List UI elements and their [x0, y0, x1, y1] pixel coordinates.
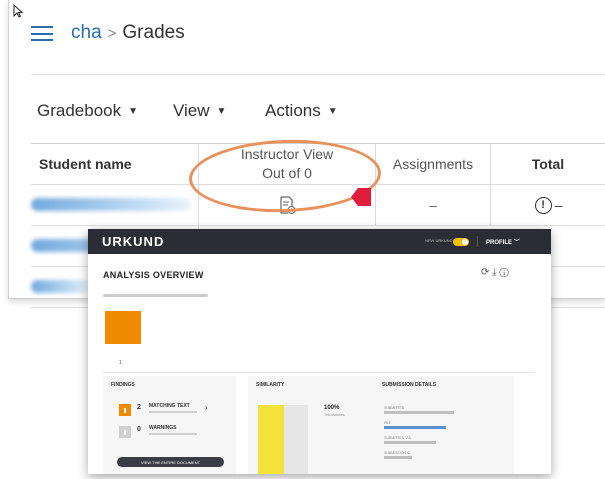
similarity-label: Text matches	[324, 413, 345, 417]
student-name-cell[interactable]	[31, 185, 199, 225]
actions-menu[interactable]: Actions ▼	[265, 101, 338, 121]
divider	[103, 372, 535, 373]
profile-label: PROFILE	[486, 240, 513, 246]
similarity-bar-filled	[258, 405, 284, 474]
help-icon[interactable]: ⓘ	[499, 267, 508, 278]
student-header-label: Student name	[39, 156, 132, 172]
urkund-report-panel: URKUND NEW URKUND PROFILE ﹀ ANALYSIS OVE…	[88, 229, 551, 474]
divider	[31, 74, 605, 75]
similarity-heading: SIMILARITY	[256, 382, 285, 388]
new-urkund-label: NEW URKUND	[425, 238, 453, 243]
total-header-label: Total	[531, 156, 565, 172]
breadcrumb-course-link[interactable]: cha	[71, 22, 102, 43]
page-title: Grades	[122, 22, 185, 43]
student-name-redacted	[31, 280, 91, 293]
matching-text-sublabel	[149, 411, 197, 413]
view-menu[interactable]: View ▼	[173, 101, 226, 121]
warnings-label[interactable]: WARNINGS	[149, 425, 177, 431]
column-header-assignments[interactable]: Assignments	[376, 144, 491, 185]
total-cell: ! –	[491, 185, 605, 225]
gradebook-menu[interactable]: Gradebook ▼	[37, 101, 138, 121]
download-icon[interactable]: ⤓	[492, 267, 496, 278]
column-header-total[interactable]: Total	[491, 144, 605, 185]
chevron-down-icon: ﹀	[513, 240, 520, 246]
submitted-label: SUBMITTED	[384, 406, 405, 410]
gradebook-menu-label: Gradebook	[37, 101, 122, 120]
file-label: FILE	[384, 421, 392, 425]
submitted-via-value-redacted	[384, 441, 436, 444]
submission-id-value-redacted	[384, 456, 412, 459]
submission-details-heading: SUBMISSION DETAILS	[382, 382, 437, 388]
findings-heading: FINDINGS	[111, 382, 135, 388]
submitted-value-redacted	[384, 411, 454, 414]
view-entire-document-button[interactable]: VIEW THE ENTIRE DOCUMENT	[117, 457, 224, 467]
caret-down-icon: ▼	[327, 106, 338, 117]
exclamation-circle-icon[interactable]: !	[534, 196, 552, 214]
file-link-redacted[interactable]	[384, 426, 446, 429]
new-urkund-toggle[interactable]	[453, 238, 469, 246]
similarity-bar-empty	[284, 405, 308, 474]
column-header-student[interactable]: Student name	[31, 144, 199, 185]
submission-id-label: SUBMISSION ID	[384, 451, 411, 455]
assignments-value: –	[429, 197, 437, 213]
hamburger-menu-icon[interactable]	[31, 26, 53, 41]
analysis-overview-title: ANALYSIS OVERVIEW	[103, 270, 204, 280]
warnings-sublabel	[149, 433, 197, 435]
document-thumbnail[interactable]	[105, 311, 141, 344]
actions-menu-label: Actions	[265, 101, 321, 120]
caret-down-icon: ▼	[128, 106, 139, 117]
matching-text-label[interactable]: MATCHING TEXT	[149, 403, 190, 409]
report-actions: ⟳ ⤓ ⓘ	[481, 267, 509, 278]
refresh-icon[interactable]: ⟳	[481, 267, 489, 278]
student-name-redacted	[31, 198, 191, 211]
divider	[477, 236, 478, 247]
caret-down-icon: ▼	[216, 106, 227, 117]
cursor-arrow-icon	[13, 4, 23, 18]
breadcrumb-separator: >	[107, 25, 117, 42]
urkund-top-bar: URKUND NEW URKUND PROFILE ﹀	[88, 229, 551, 254]
matching-text-count: 2	[137, 404, 141, 411]
urkund-logo: URKUND	[102, 234, 165, 249]
similarity-percent: 100%	[324, 405, 340, 411]
submitted-via-label: SUBMITTED VIA	[384, 436, 411, 440]
chevron-right-icon[interactable]: ›	[205, 403, 208, 412]
breadcrumb: cha > Grades	[71, 22, 185, 44]
view-menu-label: View	[173, 101, 210, 120]
document-number: 1	[119, 360, 122, 366]
analysis-subtitle-redacted	[103, 294, 208, 297]
profile-menu[interactable]: PROFILE ﹀	[486, 237, 520, 246]
total-value: –	[554, 197, 563, 213]
assignments-header-label: Assignments	[392, 156, 474, 172]
warnings-icon: ▮	[119, 426, 131, 438]
matching-text-icon: ▮	[119, 404, 131, 416]
submission-details-card: SUBMISSION DETAILS	[374, 376, 514, 474]
warnings-count: 0	[137, 426, 141, 433]
assignments-cell: –	[376, 185, 491, 225]
